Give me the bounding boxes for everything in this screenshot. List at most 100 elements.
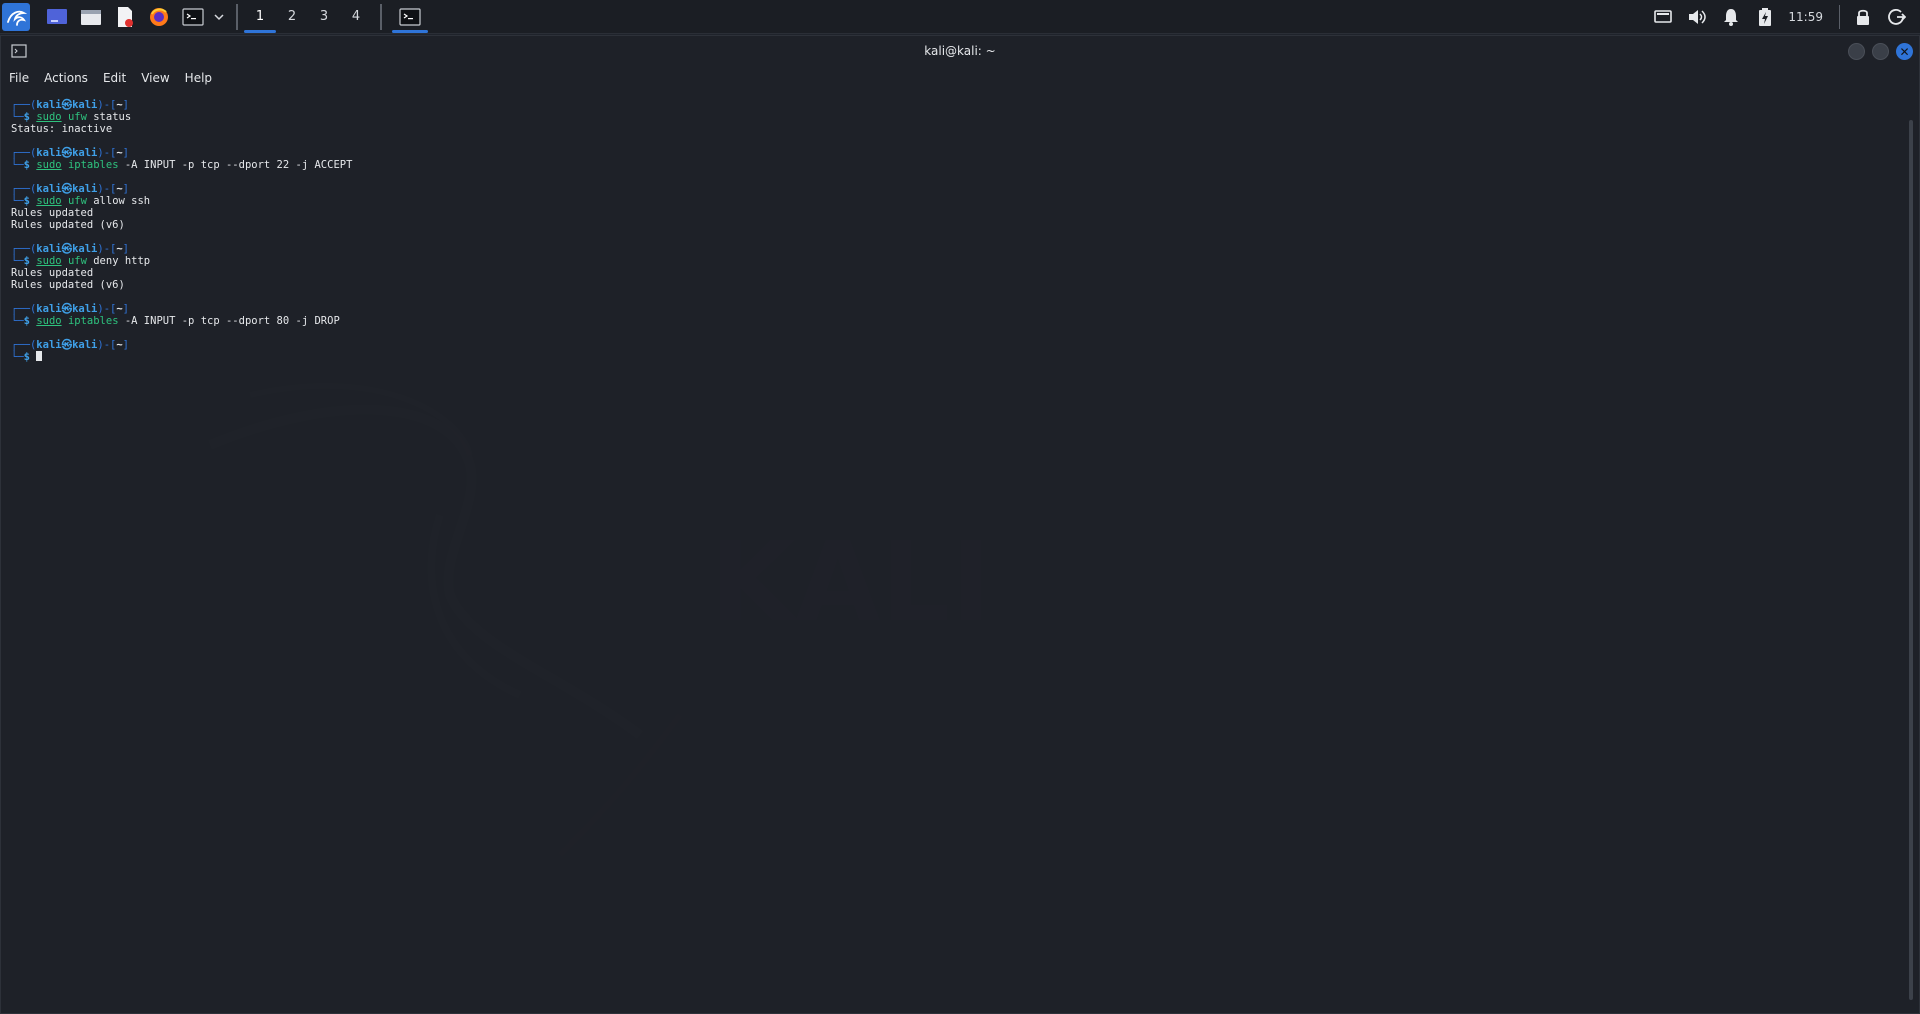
panel-tray: 11:59	[1646, 0, 1920, 34]
menu-actions[interactable]: Actions	[44, 71, 88, 85]
workspace-3[interactable]: 3	[308, 0, 340, 34]
chevron-down-icon	[214, 13, 224, 20]
command-block: ┌──(kali㉿kali)-[~] └─$ sudo ufw allow ssh…	[11, 183, 352, 231]
prompt-corner: ┌──(	[11, 303, 37, 315]
menu-edit[interactable]: Edit	[103, 71, 126, 85]
volume-icon	[1689, 10, 1707, 24]
minimize-button[interactable]	[1848, 43, 1865, 60]
command-line: └─$ sudo ufw status	[11, 111, 352, 123]
lock-screen-button[interactable]	[1852, 6, 1874, 28]
text-editor-button[interactable]	[113, 5, 137, 29]
command-block: ┌──(kali㉿kali)-[~] └─$ sudo iptables -A I…	[11, 147, 352, 171]
launcher-dropdown[interactable]	[212, 5, 226, 29]
show-desktop-button[interactable]	[45, 5, 69, 29]
prompt-dollar: $	[23, 159, 30, 171]
command-program: iptables	[67, 315, 119, 327]
prompt-header: ┌──(kali㉿kali)-[~]	[11, 147, 352, 159]
prompt-close-bracket: ]	[122, 243, 129, 255]
prompt-user-host: kali㉿kali	[36, 339, 98, 351]
terminal-scrollbar[interactable]	[1909, 120, 1913, 1000]
output-line: Rules updated	[11, 267, 94, 279]
workspace-4[interactable]: 4	[340, 0, 372, 34]
command-program: ufw	[67, 255, 87, 267]
top-panel: 1 2 3 4 11:59	[0, 0, 1920, 34]
file-manager-icon	[81, 9, 101, 25]
workspace-1[interactable]: 1	[244, 0, 276, 34]
prompt-corner: ┌──(	[11, 339, 37, 351]
prompt-close-bracket: ]	[122, 339, 129, 351]
firefox-button[interactable]	[147, 5, 171, 29]
command-program: iptables	[67, 159, 119, 171]
prompt-separator: )-[	[97, 303, 117, 315]
workspace-2[interactable]: 2	[276, 0, 308, 34]
command-args: -A INPUT -p tcp --dport 22 -j ACCEPT	[118, 159, 353, 171]
window-controls: ✕	[1848, 43, 1913, 60]
command-line: └─$ sudo iptables -A INPUT -p tcp --dpor…	[11, 159, 352, 171]
prompt-corner: ┌──(	[11, 99, 37, 111]
logout-icon	[1888, 9, 1906, 25]
prompt-close-bracket: ]	[122, 147, 129, 159]
prompt-dollar: $	[23, 111, 30, 123]
kali-menu-button[interactable]	[2, 2, 30, 31]
menu-view[interactable]: View	[141, 71, 169, 85]
window-titlebar[interactable]: kali@kali: ~ ✕	[1, 36, 1919, 66]
command-block: ┌──(kali㉿kali)-[~] └─$ sudo ufw status Sta…	[11, 99, 352, 135]
file-manager-button[interactable]	[79, 5, 103, 29]
prompt-user-host: kali㉿kali	[36, 303, 98, 315]
output-line: Status: inactive	[11, 123, 113, 135]
terminal-launcher-button[interactable]	[181, 5, 205, 29]
menu-bar: File Actions Edit View Help	[1, 66, 1919, 90]
terminal-output[interactable]: ┌──(kali㉿kali)-[~] └─$ sudo ufw status Sta…	[11, 99, 352, 375]
close-icon: ✕	[1899, 44, 1910, 59]
desktop-icon	[47, 8, 67, 24]
command-sudo: sudo	[36, 195, 62, 207]
command-block: ┌──(kali㉿kali)-[~] └─$ sudo ufw deny http…	[11, 243, 352, 291]
prompt-user-host: kali㉿kali	[36, 243, 98, 255]
terminal-window[interactable]: kali@kali: ~ ✕ File Actions Edit View He…	[0, 35, 1920, 1014]
prompt-dollar: $	[23, 315, 30, 327]
prompt-corner: ┌──(	[11, 183, 37, 195]
output-line: Rules updated	[11, 207, 94, 219]
kali-dragon-icon	[7, 10, 27, 26]
prompt-dollar: $	[23, 255, 30, 267]
active-prompt: ┌──(kali㉿kali)-[~] └─$	[11, 339, 352, 363]
menu-file[interactable]: File	[9, 71, 29, 85]
volume-button[interactable]	[1686, 6, 1708, 28]
input-line: └─$	[11, 351, 352, 363]
command-sudo: sudo	[36, 255, 62, 267]
bell-icon	[1724, 9, 1739, 26]
prompt-dollar: $	[23, 351, 30, 363]
command-line: └─$ sudo ufw allow ssh	[11, 195, 352, 207]
output-line: Rules updated (v6)	[11, 219, 125, 231]
notifications-button[interactable]	[1720, 6, 1742, 28]
prompt-corner-bottom: └─	[11, 255, 24, 267]
prompt-corner: ┌──(	[11, 147, 37, 159]
battery-icon	[1759, 8, 1772, 26]
output-line: Rules updated (v6)	[11, 279, 125, 291]
menu-help[interactable]: Help	[185, 71, 212, 85]
command-block: ┌──(kali㉿kali)-[~] └─$ sudo iptables -A I…	[11, 303, 352, 327]
power-status-button[interactable]	[1754, 6, 1776, 28]
display-icon	[1654, 10, 1673, 23]
prompt-dollar: $	[23, 195, 30, 207]
logout-button[interactable]	[1886, 6, 1908, 28]
clock[interactable]: 11:59	[1788, 10, 1823, 24]
taskbar-terminal-window[interactable]	[392, 0, 428, 34]
prompt-header: ┌──(kali㉿kali)-[~]	[11, 303, 352, 315]
panel-separator	[236, 3, 238, 30]
command-line: └─$ sudo ufw deny http	[11, 255, 352, 267]
terminal-icon	[399, 7, 421, 26]
prompt-separator: )-[	[97, 339, 117, 351]
close-button[interactable]: ✕	[1896, 43, 1913, 60]
display-button[interactable]	[1652, 6, 1674, 28]
terminal-icon	[182, 7, 204, 26]
text-editor-icon	[118, 6, 133, 27]
prompt-user-host: kali㉿kali	[36, 183, 98, 195]
window-title: kali@kali: ~	[924, 44, 996, 58]
maximize-button[interactable]	[1872, 43, 1889, 60]
command-line: └─$ sudo iptables -A INPUT -p tcp --dpor…	[11, 315, 352, 327]
prompt-close-bracket: ]	[122, 303, 129, 315]
prompt-user-host: kali㉿kali	[36, 99, 98, 111]
prompt-corner-bottom: └─	[11, 315, 24, 327]
prompt-corner-bottom: └─	[11, 195, 24, 207]
